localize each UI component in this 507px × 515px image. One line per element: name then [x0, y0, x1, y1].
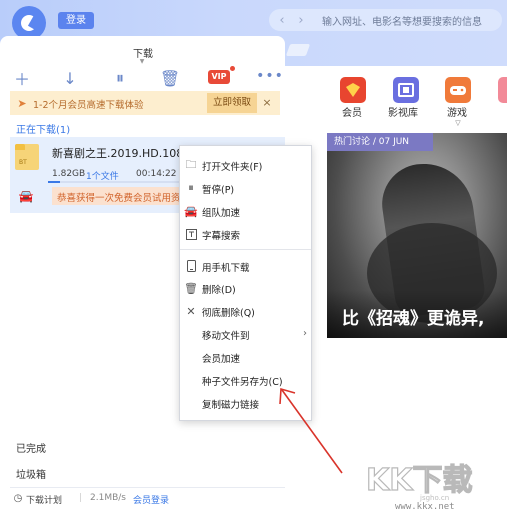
separator: |	[79, 493, 83, 503]
category-label-films[interactable]: 影视库	[388, 104, 418, 119]
chevron-left-icon[interactable]: ‹	[275, 12, 289, 28]
menu-item-delete[interactable]: 删除(D)	[202, 282, 236, 296]
time-remaining: 00:14:22	[136, 169, 177, 179]
hero-title[interactable]: 比《招魂》更诡异,	[342, 304, 484, 329]
menu-item-vip-boost[interactable]: 会员加速	[202, 351, 240, 365]
car-icon[interactable]: 🚘	[15, 189, 37, 203]
file-size: 1.82GB	[52, 169, 86, 179]
close-icon[interactable]: ×	[260, 95, 274, 109]
app-logo	[12, 6, 47, 40]
menu-item-pause[interactable]: 暂停(P)	[202, 182, 234, 196]
menu-item-team-boost[interactable]: 组队加速	[202, 205, 240, 219]
category-label-games[interactable]: 游戏	[447, 104, 467, 119]
rocket-icon: ➤	[17, 96, 27, 110]
claim-button[interactable]: 立即领取	[207, 93, 257, 113]
menu-divider	[180, 249, 311, 250]
folder-icon: 🗀	[185, 157, 197, 171]
bt-file-icon: BT	[15, 144, 39, 170]
pause-icon: ⏸	[188, 181, 194, 194]
chevron-right-icon[interactable]: ›	[294, 12, 308, 28]
speed-readout: 2.1MB/s	[90, 493, 126, 503]
menu-item-subtitle-search[interactable]: 字幕搜索	[202, 228, 240, 242]
add-icon[interactable]: ＋	[12, 68, 32, 89]
promo-text: 1-2个月会员高速下载体验	[33, 100, 144, 111]
trash-icon[interactable]: 🗑	[160, 68, 180, 88]
vip-badge[interactable]: VIP	[208, 70, 230, 84]
chevron-right-icon: ›	[303, 327, 307, 339]
category-label-vip[interactable]: 会员	[342, 104, 362, 119]
downloading-header[interactable]: 正在下载(1)	[16, 121, 70, 136]
svg-text:KK下载: KK下载	[366, 463, 473, 498]
notification-dot	[230, 66, 235, 71]
watermark-url: www.kkx.net	[395, 502, 455, 512]
more-icon[interactable]: •••	[256, 67, 283, 85]
vip-category-icon[interactable]	[340, 77, 366, 103]
annotation-arrow	[279, 387, 343, 474]
car-icon: 🚘	[184, 204, 198, 218]
menu-item-move-file[interactable]: 移动文件到	[202, 328, 250, 342]
close-icon: ✕	[186, 304, 196, 318]
sidebar-item-completed[interactable]: 已完成	[16, 440, 46, 455]
gamepad-icon[interactable]	[445, 77, 471, 103]
download-arrow-icon[interactable]: ↓	[60, 68, 80, 88]
phone-icon	[184, 259, 198, 273]
chevron-down-icon[interactable]: ▽	[453, 119, 463, 127]
menu-item-copy-magnet[interactable]: 复制磁力链接	[202, 397, 259, 411]
file-name: 新喜剧之王.2019.HD.1080p	[52, 147, 180, 160]
caret-down-icon: ▼	[139, 57, 145, 65]
next-category-icon[interactable]	[498, 77, 507, 103]
menu-item-open-folder[interactable]: 打开文件夹(F)	[202, 159, 262, 173]
trash-icon: 🗑	[184, 281, 198, 295]
login-button[interactable]: 登录	[58, 12, 94, 29]
hero-tag: 热门讨论 / 07 JUN	[327, 133, 433, 151]
trial-text: 恭喜获得一次免费会员试用资	[57, 193, 179, 204]
download-plan-link[interactable]: 下载计划	[26, 493, 62, 506]
menu-item-delete-permanently[interactable]: 彻底删除(Q)	[202, 305, 255, 319]
sidebar-item-trash[interactable]: 垃圾箱	[16, 466, 46, 481]
progress-track	[48, 181, 180, 183]
menu-item-mobile-download[interactable]: 用手机下载	[202, 260, 250, 274]
clock-icon[interactable]: ◷	[12, 492, 24, 504]
divider	[10, 487, 285, 488]
watermark-logo: KK下载 jsgho.cn	[365, 462, 473, 502]
file-type-label: BT	[19, 159, 27, 166]
subtitle-icon	[184, 227, 198, 241]
url-input[interactable]: 输入网址、电影名等想要搜索的信息	[322, 13, 498, 28]
progress-fill	[48, 181, 60, 183]
pause-all-icon[interactable]: ⏸	[110, 68, 130, 88]
svg-text:jsgho.cn: jsgho.cn	[419, 494, 449, 502]
film-library-icon[interactable]	[393, 77, 419, 103]
vip-login-link[interactable]: 会员登录	[133, 493, 169, 506]
